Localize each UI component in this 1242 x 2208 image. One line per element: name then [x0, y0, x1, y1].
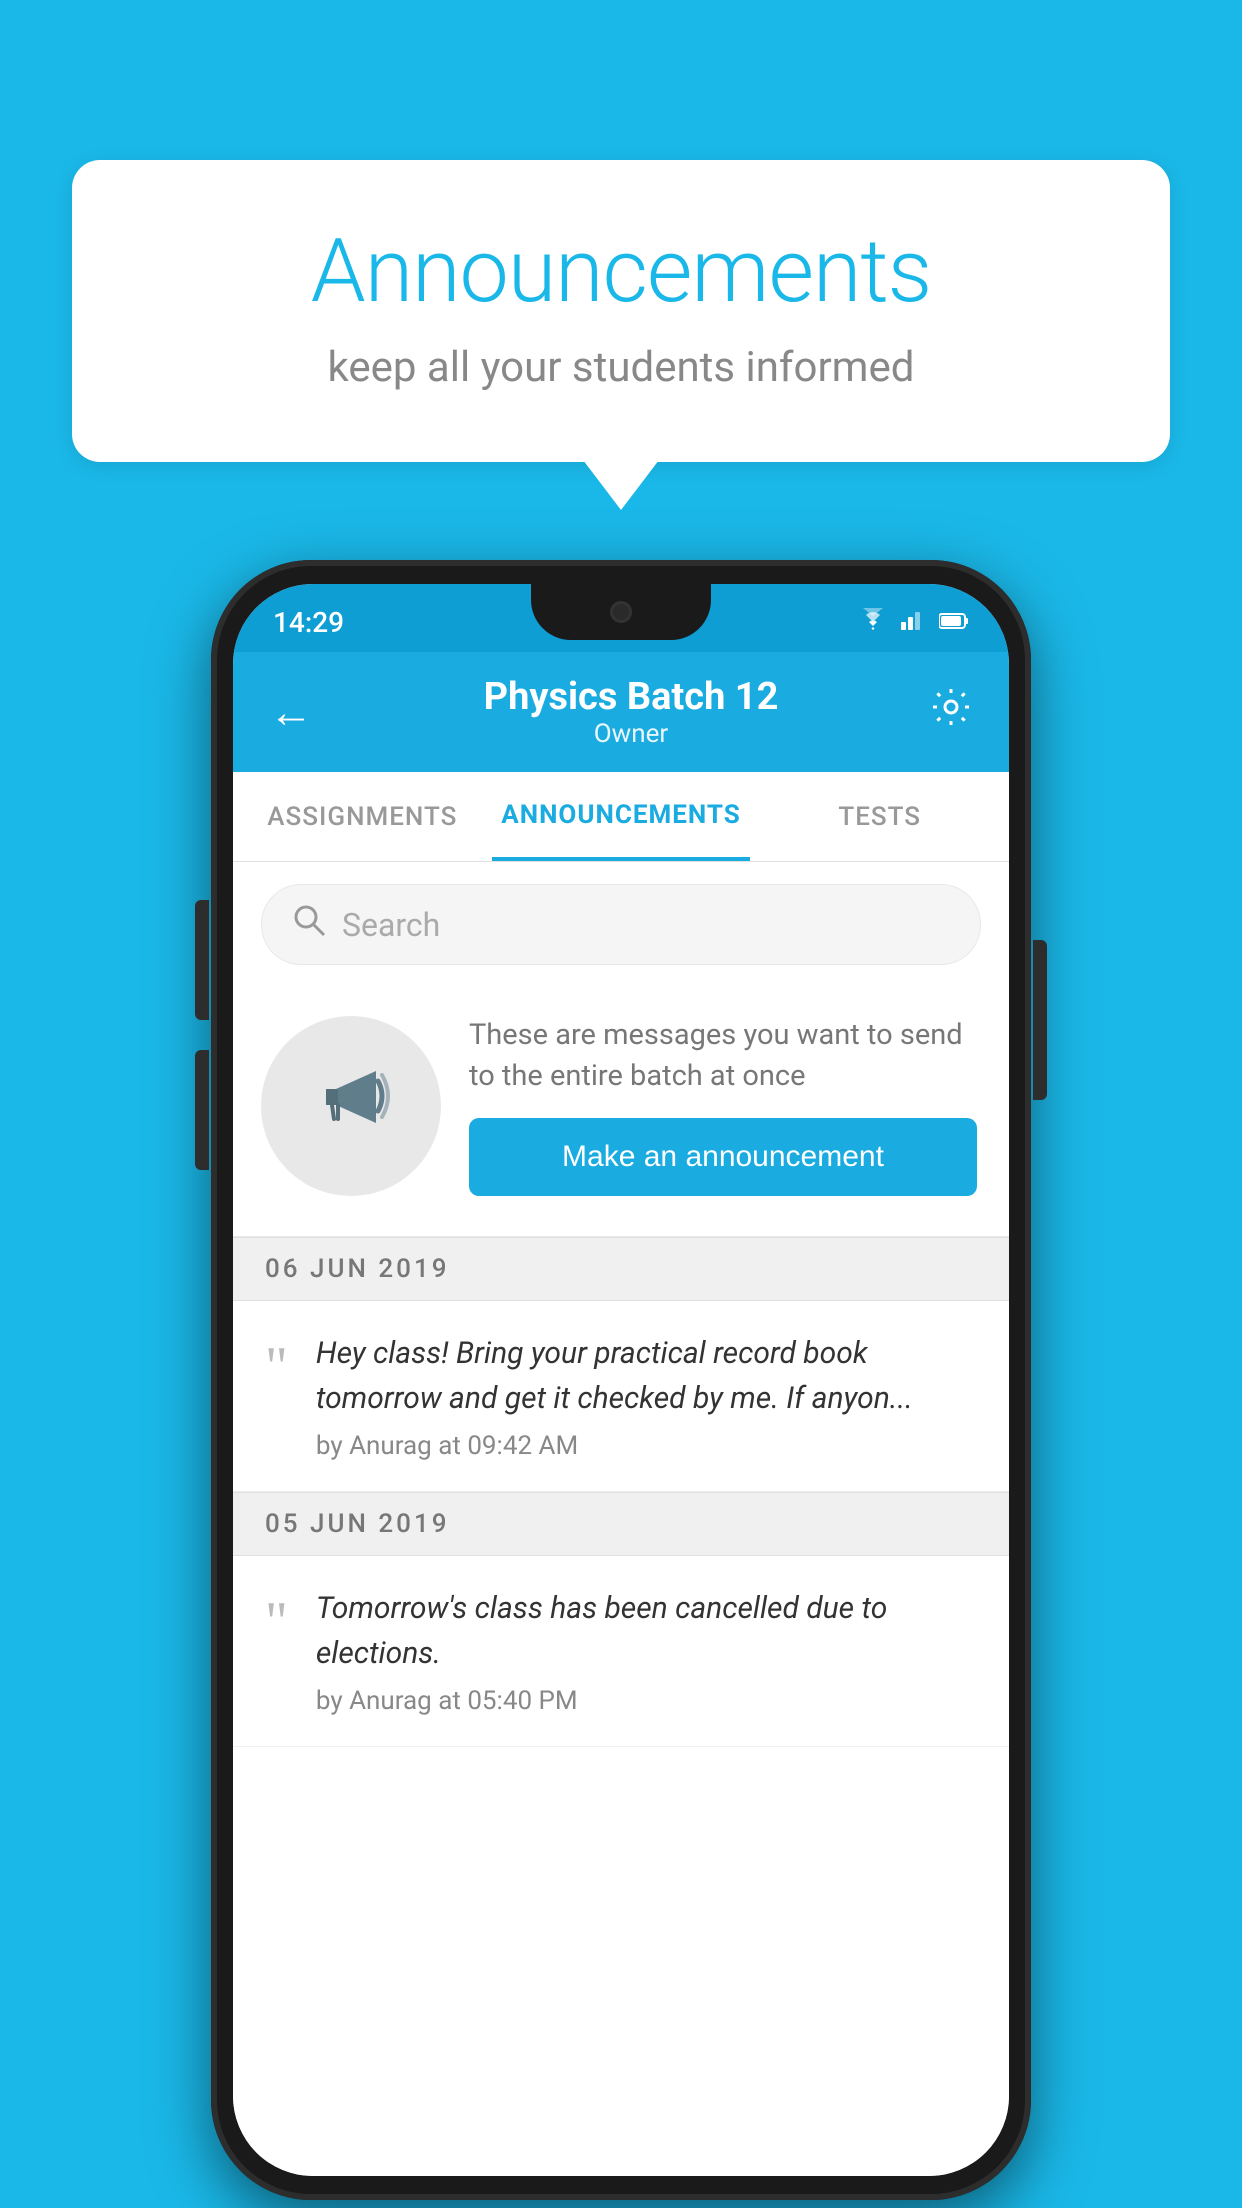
quote-icon-2: " [265, 1594, 288, 1650]
announcement-author-1: by Anurag at 09:42 AM [316, 1431, 977, 1461]
content-area: Search [233, 862, 1009, 2176]
power-button[interactable] [1033, 940, 1047, 1100]
header-title: Physics Batch 12 [333, 675, 929, 719]
app-header: ← Physics Batch 12 Owner [233, 652, 1009, 772]
search-icon [292, 903, 326, 946]
settings-button[interactable] [929, 685, 973, 739]
phone-notch [531, 584, 711, 640]
volume-down-button[interactable] [195, 1050, 209, 1170]
promo-content: These are messages you want to send to t… [469, 1015, 977, 1196]
promo-card: These are messages you want to send to t… [233, 987, 1009, 1237]
announcement-content-2: Tomorrow's class has been cancelled due … [316, 1586, 977, 1716]
header-center: Physics Batch 12 Owner [333, 675, 929, 749]
wifi-icon [859, 608, 887, 636]
quote-icon-1: " [265, 1339, 288, 1395]
phone-screen: 14:29 [233, 584, 1009, 2176]
megaphone-icon [306, 1051, 396, 1161]
promo-icon-circle [261, 1016, 441, 1196]
signal-icon [901, 608, 925, 636]
tab-assignments[interactable]: ASSIGNMENTS [233, 772, 492, 861]
date-separator-1: 06 JUN 2019 [233, 1237, 1009, 1301]
volume-up-button[interactable] [195, 900, 209, 1020]
speech-bubble: Announcements keep all your students inf… [72, 160, 1170, 462]
camera [610, 601, 632, 623]
back-button[interactable]: ← [269, 686, 313, 738]
announcement-text-2: Tomorrow's class has been cancelled due … [316, 1586, 977, 1676]
phone-mockup: 14:29 [211, 560, 1031, 2200]
search-bar[interactable]: Search [261, 884, 981, 965]
battery-icon [939, 608, 969, 636]
announcement-content-1: Hey class! Bring your practical record b… [316, 1331, 977, 1461]
announcement-author-2: by Anurag at 05:40 PM [316, 1686, 977, 1716]
announcement-text-1: Hey class! Bring your practical record b… [316, 1331, 977, 1421]
status-icons [859, 600, 969, 636]
tab-tests[interactable]: TESTS [750, 772, 1009, 861]
search-placeholder: Search [342, 906, 440, 944]
bubble-subtitle: keep all your students informed [152, 343, 1090, 392]
header-subtitle: Owner [333, 719, 929, 749]
announcement-item-1[interactable]: " Hey class! Bring your practical record… [233, 1301, 1009, 1492]
bubble-title: Announcements [152, 220, 1090, 323]
announcement-item-2[interactable]: " Tomorrow's class has been cancelled du… [233, 1556, 1009, 1747]
promo-description: These are messages you want to send to t… [469, 1015, 977, 1096]
tab-announcements[interactable]: ANNOUNCEMENTS [492, 772, 751, 861]
tab-bar: ASSIGNMENTS ANNOUNCEMENTS TESTS [233, 772, 1009, 862]
make-announcement-button[interactable]: Make an announcement [469, 1118, 977, 1196]
date-separator-2: 05 JUN 2019 [233, 1492, 1009, 1556]
